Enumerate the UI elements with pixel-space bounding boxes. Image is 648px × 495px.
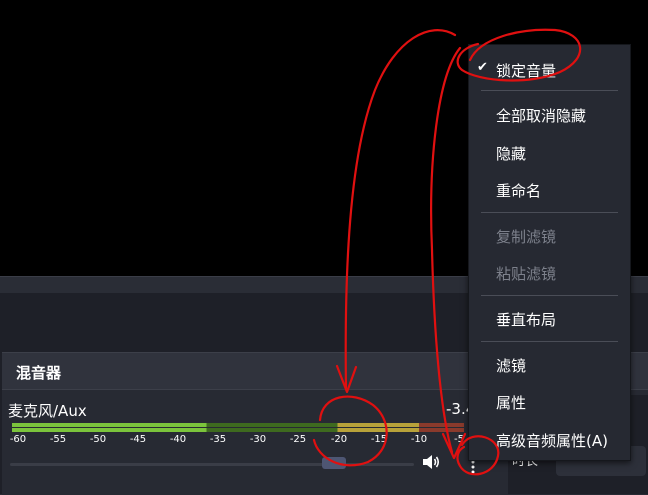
speaker-icon[interactable] bbox=[420, 451, 442, 473]
menu-item-label: 垂直布局 bbox=[496, 311, 557, 329]
meter-tick: -60 bbox=[9, 434, 27, 445]
menu-separator bbox=[481, 295, 618, 296]
menu-item-label: 全部取消隐藏 bbox=[496, 107, 587, 125]
meter-tick: -30 bbox=[249, 434, 267, 445]
mixer-title: 混音器 bbox=[16, 364, 62, 382]
meter-tick: -55 bbox=[49, 434, 67, 445]
menu-item-label: 滤镜 bbox=[496, 357, 527, 375]
meter-tick: -35 bbox=[209, 434, 227, 445]
menu-item-copy-filters: 复制滤镜 bbox=[469, 219, 630, 253]
meter-tick: -40 bbox=[169, 434, 187, 445]
menu-item-vertical-layout[interactable]: 垂直布局 bbox=[469, 302, 630, 336]
volume-slider-handle[interactable] bbox=[321, 457, 346, 469]
menu-item-lock-volume[interactable]: ✔ 锁定音量 bbox=[469, 53, 630, 87]
menu-item-label: 复制滤镜 bbox=[496, 228, 557, 246]
check-icon: ✔ bbox=[477, 60, 488, 75]
menu-item-advanced-audio-properties[interactable]: 高级音频属性(A) bbox=[469, 423, 630, 457]
meter-tick: -5 bbox=[454, 434, 464, 445]
menu-item-hide[interactable]: 隐藏 bbox=[469, 136, 630, 170]
menu-item-paste-filters: 粘贴滤镜 bbox=[469, 256, 630, 290]
menu-item-label: 重命名 bbox=[496, 182, 542, 200]
menu-item-filters[interactable]: 滤镜 bbox=[469, 348, 630, 382]
menu-item-rename[interactable]: 重命名 bbox=[469, 173, 630, 207]
meter-tick: -15 bbox=[370, 434, 388, 445]
menu-separator bbox=[481, 341, 618, 342]
menu-separator bbox=[481, 212, 618, 213]
meter-tick: -25 bbox=[289, 434, 307, 445]
menu-item-unhide-all[interactable]: 全部取消隐藏 bbox=[469, 98, 630, 132]
volume-slider-track[interactable] bbox=[10, 463, 414, 466]
menu-item-label: 锁定音量 bbox=[496, 62, 557, 80]
meter-tick: -50 bbox=[89, 434, 107, 445]
menu-item-label: 高级音频属性(A) bbox=[496, 432, 608, 450]
menu-item-label: 属性 bbox=[496, 394, 527, 412]
context-menu: ✔ 锁定音量 全部取消隐藏 隐藏 重命名 复制滤镜 粘贴滤镜 垂直布局 滤镜 属… bbox=[468, 44, 631, 461]
meter-channel-right bbox=[12, 428, 464, 432]
meter-tick: -10 bbox=[410, 434, 428, 445]
menu-separator bbox=[481, 90, 618, 91]
meter-tick: -45 bbox=[129, 434, 147, 445]
meter-channel-left bbox=[12, 423, 464, 427]
menu-item-properties[interactable]: 属性 bbox=[469, 385, 630, 419]
audio-source-name: 麦克风/Aux bbox=[8, 402, 87, 420]
meter-ticks: -60 -55 -50 -45 -40 -35 -30 -25 -20 -15 … bbox=[2, 434, 472, 448]
volume-meter bbox=[12, 423, 464, 433]
meter-tick: -20 bbox=[330, 434, 348, 445]
menu-item-label: 粘贴滤镜 bbox=[496, 265, 557, 283]
menu-item-label: 隐藏 bbox=[496, 145, 527, 163]
